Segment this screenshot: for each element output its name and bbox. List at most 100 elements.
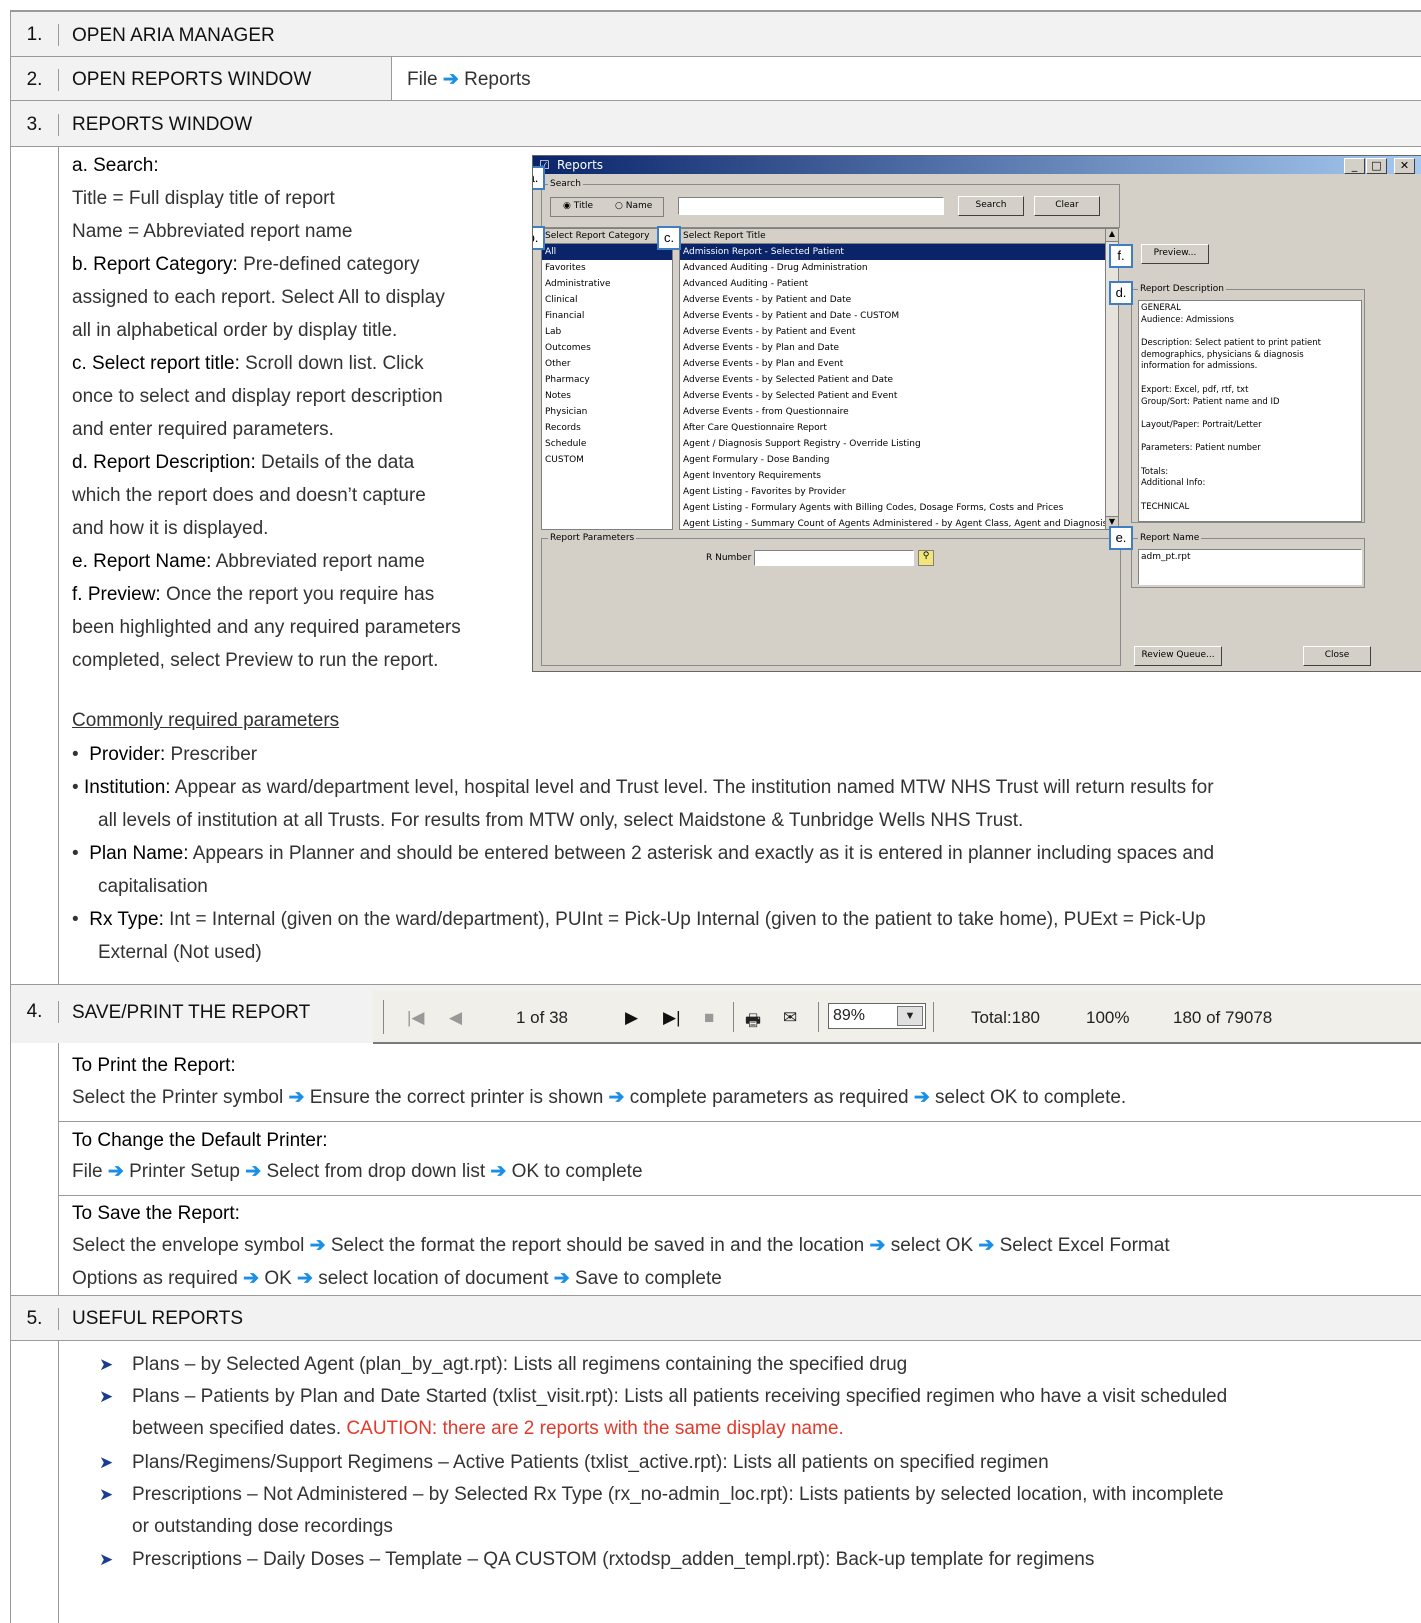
minimize-button[interactable]: _ <box>1344 158 1365 174</box>
stop-icon[interactable]: ■ <box>704 1008 714 1028</box>
window-close-button[interactable]: ✕ <box>1394 158 1415 174</box>
param-text-cont: External (Not used) <box>98 942 262 963</box>
toolbar-separator <box>383 1000 384 1034</box>
report-title-item[interactable]: Adverse Events - by Plan and Date <box>680 340 1108 356</box>
category-item[interactable]: Financial <box>542 308 672 324</box>
category-item[interactable]: Notes <box>542 388 672 404</box>
report-title-item[interactable]: Agent Formulary - Dose Banding <box>680 452 1108 468</box>
reports-window: ☑ Reports _ □ ✕ Search ◉ Title ○ Name Se… <box>532 155 1421 672</box>
report-description-box[interactable]: GENERAL Audience: Admissions Description: … <box>1138 300 1362 522</box>
legend-name-label: e. Report Name: <box>72 551 212 572</box>
report-title-item[interactable]: Advanced Auditing - Patient <box>680 276 1108 292</box>
legend-description-line: which the report does and doesn’t captur… <box>72 485 426 506</box>
category-item[interactable]: Clinical <box>542 292 672 308</box>
report-parameters-group: Report Parameters R Number ⚲ <box>541 533 1121 666</box>
report-title-item[interactable]: Agent Inventory Requirements <box>680 468 1108 484</box>
radio-name[interactable]: ○ Name <box>615 201 652 211</box>
default-step: Printer Setup <box>129 1161 241 1182</box>
description-line: Totals: <box>1141 466 1169 477</box>
useful-report-item-cont: or outstanding dose recordings <box>11 1511 1421 1544</box>
category-item[interactable]: CUSTOM <box>542 452 672 468</box>
category-item[interactable]: Favorites <box>542 260 672 276</box>
legend-title-line: and enter required parameters. <box>72 419 334 440</box>
category-item[interactable]: Schedule <box>542 436 672 452</box>
step-number: 2. <box>11 69 59 91</box>
chevron-right-icon: ➤ <box>99 1550 114 1569</box>
zoom-select[interactable]: 89% ▼ <box>828 1003 926 1029</box>
useful-report-text: Prescriptions – Not Administered – by Se… <box>132 1484 1224 1505</box>
report-title-item[interactable]: Agent Listing - Formulary Agents with Bi… <box>680 500 1108 516</box>
legend-category-text: Pre-defined category <box>237 254 420 275</box>
description-line: Audience: Admissions <box>1141 314 1234 325</box>
report-title-item[interactable]: Adverse Events - by Selected Patient and… <box>680 372 1108 388</box>
category-item[interactable]: All <box>542 244 672 260</box>
search-group: Search ◉ Title ○ Name Search Clear <box>541 179 1120 228</box>
first-page-icon[interactable]: |◀ <box>407 1008 425 1028</box>
report-title-list[interactable]: Select Report Title Admission Report - S… <box>679 228 1109 530</box>
category-item[interactable]: Pharmacy <box>542 372 672 388</box>
search-input[interactable] <box>678 197 944 215</box>
menu-file: File <box>407 69 438 90</box>
legend-title-label: c. Select report title: <box>72 353 240 374</box>
review-queue-button[interactable]: Review Queue... <box>1134 646 1222 666</box>
report-title-item[interactable]: Agent Listing - Summary Count of Agents … <box>680 516 1108 529</box>
legend-preview-line: been highlighted and any required parame… <box>72 617 461 638</box>
legend-category-label: b. Report Category: <box>72 254 238 275</box>
save-step: OK <box>264 1268 292 1289</box>
useful-reports-list: ➤ Plans – by Selected Agent (plan_by_agt… <box>11 1349 1421 1576</box>
radio-title[interactable]: ◉ Title <box>563 201 593 211</box>
patient-lookup-icon[interactable]: ⚲ <box>918 550 934 566</box>
report-title-item[interactable]: Adverse Events - from Questionnaire <box>680 404 1108 420</box>
description-line: Group/Sort: Patient name and ID <box>1141 396 1280 407</box>
report-title-item[interactable]: Adverse Events - by Selected Patient and… <box>680 388 1108 404</box>
r-number-input[interactable] <box>754 550 914 566</box>
printer-icon[interactable]: 🖶 <box>745 1008 761 1037</box>
report-title-item[interactable]: Agent Listing - Favorites by Provider <box>680 484 1108 500</box>
arrow-right-icon: ➔ <box>297 1268 313 1289</box>
description-line: Description: Select patient to print pat… <box>1141 338 1322 349</box>
report-title-item[interactable]: Admission Report - Selected Patient <box>680 244 1108 260</box>
toolbar-separator <box>733 1002 734 1032</box>
legend-title-line: once to select and display report descri… <box>72 386 443 407</box>
step-2-header: 2. OPEN REPORTS WINDOW File ➔ Reports <box>11 56 1421 102</box>
default-step: OK to complete <box>511 1161 643 1182</box>
print-heading-text: To Print the Report: <box>72 1055 236 1076</box>
envelope-export-icon[interactable]: ✉ <box>783 1008 797 1028</box>
title-list-scrollbar[interactable]: ▲ ▼ <box>1105 228 1119 530</box>
legend-title-text: Scroll down list. Click <box>239 353 424 374</box>
scroll-up-icon[interactable]: ▲ <box>1106 229 1118 242</box>
step-title: REPORTS WINDOW <box>72 114 253 135</box>
preview-button[interactable]: Preview... <box>1141 244 1209 264</box>
category-item[interactable]: Administrative <box>542 276 672 292</box>
last-page-icon[interactable]: ▶| <box>663 1008 681 1028</box>
report-title-item[interactable]: Adverse Events - by Plan and Event <box>680 356 1108 372</box>
category-list[interactable]: Select Report Category All Favorites Admin… <box>541 228 673 530</box>
search-button[interactable]: Search <box>958 196 1024 216</box>
legend-category-line: assigned to each report. Select All to d… <box>72 287 445 308</box>
description-line: Layout/Paper: Portrait/Letter <box>1141 419 1262 430</box>
category-item[interactable]: Physician <box>542 404 672 420</box>
report-title-item[interactable]: After Care Questionnaire Report <box>680 420 1108 436</box>
report-title-item[interactable]: Advanced Auditing - Drug Administration <box>680 260 1108 276</box>
category-item[interactable]: Lab <box>542 324 672 340</box>
maximize-button[interactable]: □ <box>1366 158 1387 174</box>
report-title-item[interactable]: Adverse Events - by Patient and Event <box>680 324 1108 340</box>
param-plan-name: • Plan Name: Appears in Planner and shou… <box>72 837 1412 870</box>
previous-page-icon[interactable]: ◀ <box>449 1008 462 1028</box>
description-line <box>1141 373 1359 385</box>
useful-report-text: Prescriptions – Daily Doses – Template –… <box>132 1549 1095 1570</box>
chevron-down-icon[interactable]: ▼ <box>897 1006 923 1026</box>
next-page-icon[interactable]: ▶ <box>625 1008 638 1028</box>
clear-button[interactable]: Clear <box>1034 196 1100 216</box>
category-item[interactable]: Outcomes <box>542 340 672 356</box>
report-title-item[interactable]: Adverse Events - by Patient and Date <box>680 292 1108 308</box>
print-steps: Select the Printer symbol ➔ Ensure the c… <box>72 1081 1126 1114</box>
report-title-item[interactable]: Adverse Events - by Patient and Date - C… <box>680 308 1108 324</box>
chevron-right-icon: ➤ <box>99 1453 114 1472</box>
bullet-icon: • <box>72 909 90 930</box>
report-title-item[interactable]: Agent / Diagnosis Support Registry - Ove… <box>680 436 1108 452</box>
percent-shown: 100% <box>1086 1008 1130 1027</box>
category-item[interactable]: Records <box>542 420 672 436</box>
category-item[interactable]: Other <box>542 356 672 372</box>
close-button[interactable]: Close <box>1303 646 1371 666</box>
